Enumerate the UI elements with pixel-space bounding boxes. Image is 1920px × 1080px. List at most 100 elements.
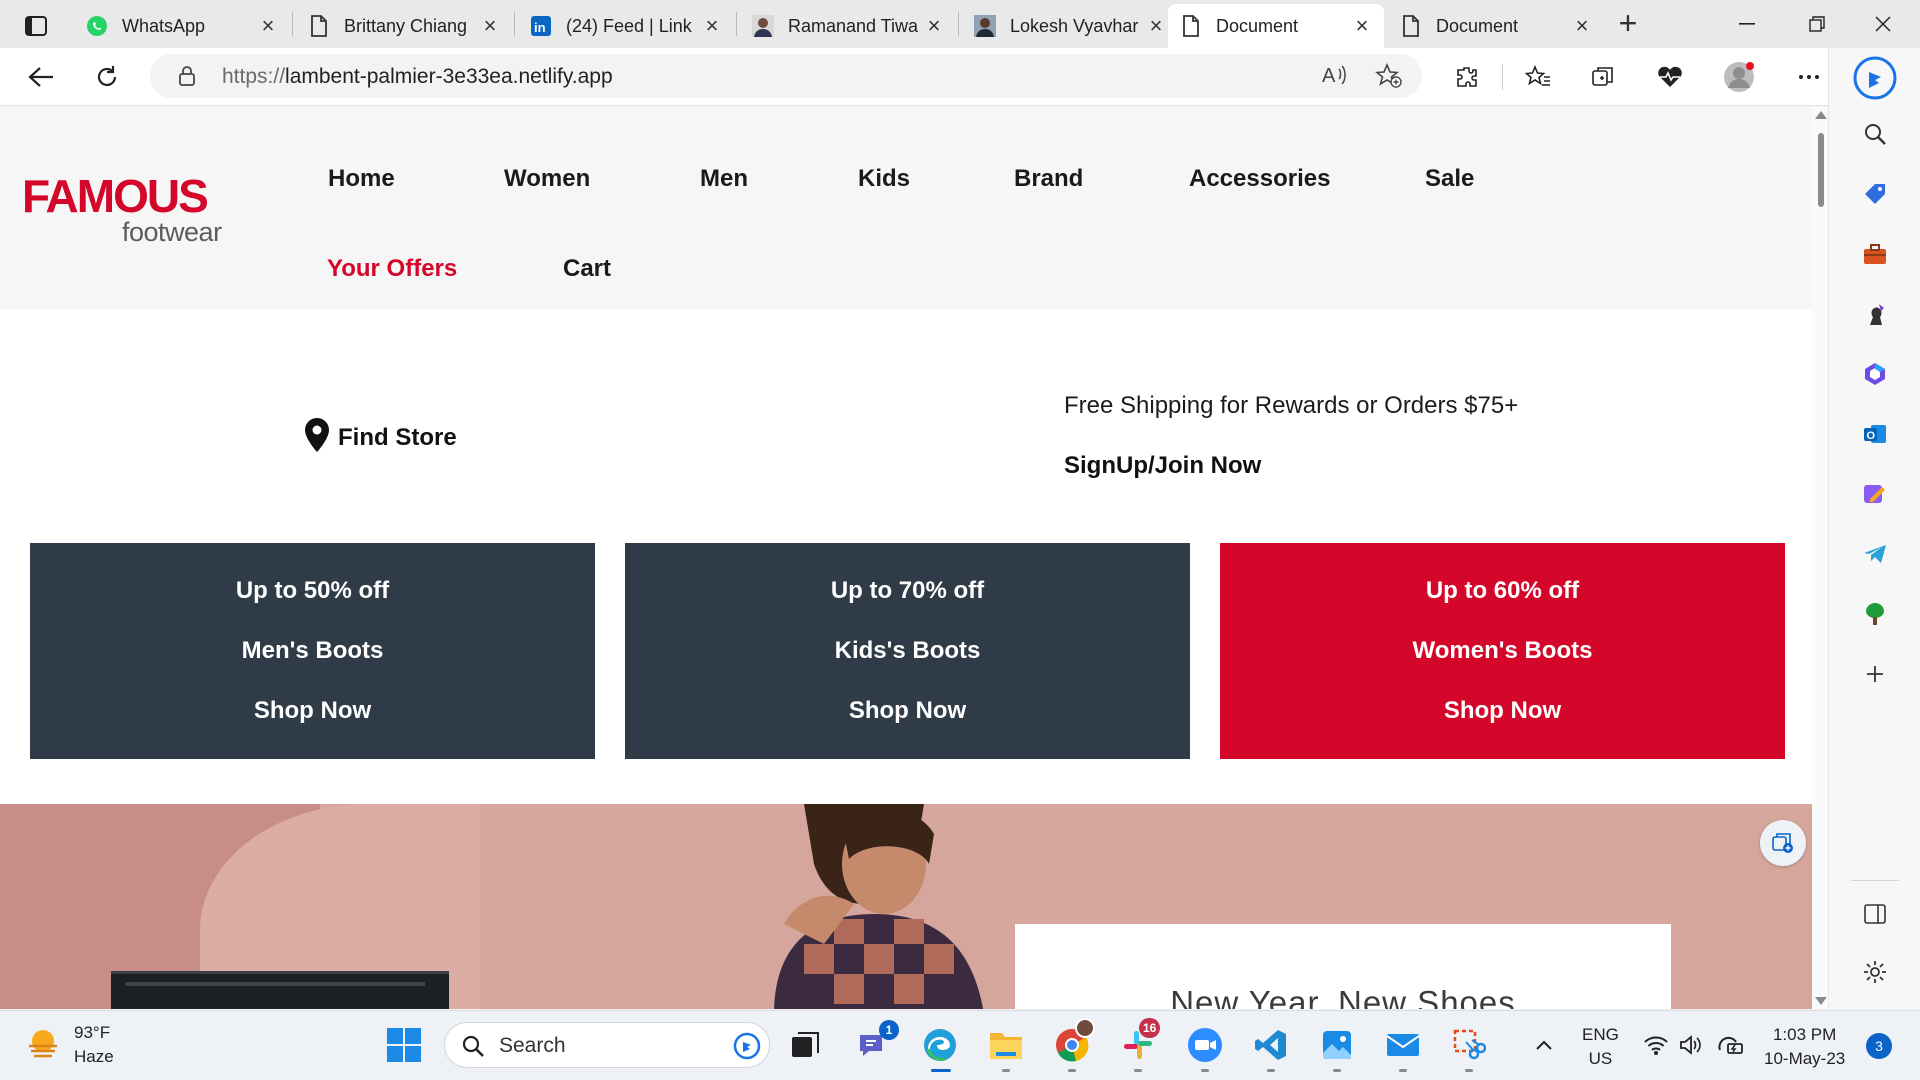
tab-title: (24) Feed | Link bbox=[566, 15, 692, 36]
games-icon[interactable] bbox=[1857, 296, 1893, 332]
find-store-link[interactable]: Find Store bbox=[302, 417, 457, 458]
minimize-button[interactable] bbox=[1724, 6, 1770, 42]
close-tab-icon[interactable]: × bbox=[1146, 13, 1166, 39]
tab-ramanand[interactable]: Ramanand Tiwa × bbox=[740, 4, 956, 48]
nav-cart[interactable]: Cart bbox=[563, 255, 611, 283]
signup-join-link[interactable]: SignUp/Join Now bbox=[1064, 452, 1261, 480]
url-text[interactable]: https://lambent-palmier-3e33ea.netlify.a… bbox=[222, 65, 613, 89]
page-scrollbar[interactable] bbox=[1812, 107, 1828, 1009]
famous-footwear-logo[interactable]: FAMOUS footwear bbox=[22, 173, 232, 253]
nav-women[interactable]: Women bbox=[504, 165, 590, 193]
tab-brittany-chiang[interactable]: Brittany Chiang × bbox=[296, 4, 512, 48]
task-view-icon[interactable] bbox=[784, 1024, 826, 1066]
nav-your-offers[interactable]: Your Offers bbox=[327, 255, 457, 283]
close-tab-icon[interactable]: × bbox=[702, 13, 722, 39]
nav-kids[interactable]: Kids bbox=[858, 165, 910, 193]
tab-document-active[interactable]: Document × bbox=[1168, 4, 1384, 48]
close-window-button[interactable] bbox=[1860, 6, 1906, 42]
running-app-indicator bbox=[1399, 1069, 1407, 1072]
site-header: FAMOUS footwear Home Women Men Kids Bran… bbox=[0, 107, 1812, 310]
vscode-icon[interactable] bbox=[1250, 1024, 1292, 1066]
find-store-label: Find Store bbox=[338, 423, 457, 451]
send-telegram-icon[interactable] bbox=[1857, 536, 1893, 572]
mail-icon[interactable] bbox=[1382, 1024, 1424, 1066]
promo-mens-boots[interactable]: Up to 50% off Men's Boots Shop Now bbox=[30, 543, 595, 759]
input-language-indicator[interactable]: ENG US bbox=[1582, 1023, 1619, 1071]
promo-shop-now[interactable]: Shop Now bbox=[1220, 697, 1785, 725]
collections-icon[interactable] bbox=[1585, 58, 1623, 96]
tab-document[interactable]: Document × bbox=[1388, 4, 1604, 48]
taskbar-clock[interactable]: 1:03 PM 10-May-23 bbox=[1764, 1023, 1845, 1071]
new-tab-button[interactable]: + bbox=[1612, 7, 1644, 40]
tab-actions-icon[interactable] bbox=[18, 12, 54, 40]
search-icon[interactable] bbox=[1857, 116, 1893, 152]
tools-toolbox-icon[interactable] bbox=[1857, 236, 1893, 272]
close-tab-icon[interactable]: × bbox=[258, 13, 278, 39]
teams-chat-icon[interactable]: 1 bbox=[853, 1020, 899, 1066]
show-hidden-icons-chevron-icon[interactable] bbox=[1523, 1024, 1565, 1066]
scroll-down-arrow[interactable] bbox=[1815, 997, 1827, 1005]
notification-center-badge[interactable]: 3 bbox=[1866, 1033, 1892, 1059]
extensions-icon[interactable] bbox=[1448, 58, 1486, 96]
promo-kids-boots[interactable]: Up to 70% off Kids's Boots Shop Now bbox=[625, 543, 1190, 759]
scroll-up-arrow[interactable] bbox=[1815, 111, 1827, 119]
read-aloud-icon[interactable]: A bbox=[1322, 63, 1348, 92]
address-bar[interactable]: https://lambent-palmier-3e33ea.netlify.a… bbox=[150, 54, 1422, 98]
promo-category: Women's Boots bbox=[1412, 637, 1593, 664]
file-explorer-icon[interactable] bbox=[985, 1024, 1027, 1066]
logo-subtitle: footwear bbox=[122, 217, 222, 247]
photos-icon[interactable] bbox=[1316, 1024, 1358, 1066]
weather-temp: 93°F bbox=[74, 1023, 111, 1042]
promo-shop-now[interactable]: Shop Now bbox=[30, 697, 595, 725]
refresh-button[interactable] bbox=[88, 58, 126, 96]
add-to-collection-button[interactable] bbox=[1760, 820, 1806, 866]
browser-essentials-icon[interactable] bbox=[1651, 58, 1689, 96]
close-tab-icon[interactable]: × bbox=[480, 13, 500, 39]
profile-avatar[interactable] bbox=[1720, 58, 1758, 96]
sidebar-settings-gear-icon[interactable] bbox=[1857, 954, 1893, 990]
tab-lokesh[interactable]: Lokesh Vyavhar × bbox=[962, 4, 1178, 48]
add-favorite-icon[interactable] bbox=[1374, 62, 1403, 94]
slack-badge: 16 bbox=[1139, 1018, 1161, 1038]
volume-icon[interactable] bbox=[1673, 1024, 1709, 1066]
promo-shop-now[interactable]: Shop Now bbox=[625, 697, 1190, 725]
designer-icon[interactable] bbox=[1857, 476, 1893, 512]
close-tab-icon[interactable]: × bbox=[1352, 13, 1372, 39]
settings-more-icon[interactable] bbox=[1790, 58, 1828, 96]
tab-separator bbox=[958, 12, 959, 36]
wifi-icon[interactable] bbox=[1636, 1024, 1676, 1066]
back-button[interactable] bbox=[22, 58, 60, 96]
lock-icon[interactable] bbox=[178, 65, 196, 92]
snipping-tool-icon[interactable] bbox=[1448, 1024, 1490, 1066]
close-tab-icon[interactable]: × bbox=[924, 13, 944, 39]
battery-charging-icon[interactable] bbox=[1710, 1024, 1750, 1066]
chrome-icon[interactable] bbox=[1051, 1018, 1095, 1066]
bing-copilot-icon[interactable] bbox=[1853, 56, 1897, 100]
nav-accessories[interactable]: Accessories bbox=[1189, 165, 1330, 193]
zoom-icon[interactable] bbox=[1184, 1024, 1226, 1066]
favorites-icon[interactable] bbox=[1519, 58, 1557, 96]
slack-icon[interactable]: 16 bbox=[1117, 1018, 1161, 1066]
windows-start-icon[interactable] bbox=[383, 1024, 425, 1066]
tab-linkedin[interactable]: in (24) Feed | Link × bbox=[518, 4, 734, 48]
nav-sale[interactable]: Sale bbox=[1425, 165, 1474, 193]
microsoft-365-icon[interactable] bbox=[1857, 356, 1893, 392]
promo-womens-boots[interactable]: Up to 60% off Women's Boots Shop Now bbox=[1220, 543, 1785, 759]
scrollbar-thumb[interactable] bbox=[1818, 133, 1824, 207]
restore-button[interactable] bbox=[1794, 6, 1840, 42]
sidebar-divider bbox=[1851, 880, 1899, 881]
nav-brand[interactable]: Brand bbox=[1014, 165, 1083, 193]
taskbar-search-box[interactable]: Search bbox=[444, 1022, 770, 1068]
outlook-icon[interactable]: O bbox=[1857, 416, 1893, 452]
clock-date: 10-May-23 bbox=[1764, 1049, 1846, 1068]
edge-browser-icon[interactable] bbox=[919, 1024, 961, 1066]
hide-sidebar-icon[interactable] bbox=[1857, 896, 1893, 932]
nav-men[interactable]: Men bbox=[700, 165, 748, 193]
add-sidebar-app-icon[interactable] bbox=[1857, 656, 1893, 692]
tree-icon[interactable] bbox=[1857, 596, 1893, 632]
weather-widget[interactable]: 93°F Haze bbox=[26, 1021, 114, 1069]
nav-home[interactable]: Home bbox=[328, 165, 395, 193]
shopping-tag-icon[interactable] bbox=[1857, 176, 1893, 212]
close-tab-icon[interactable]: × bbox=[1572, 13, 1592, 39]
tab-whatsapp[interactable]: WhatsApp × bbox=[74, 4, 290, 48]
